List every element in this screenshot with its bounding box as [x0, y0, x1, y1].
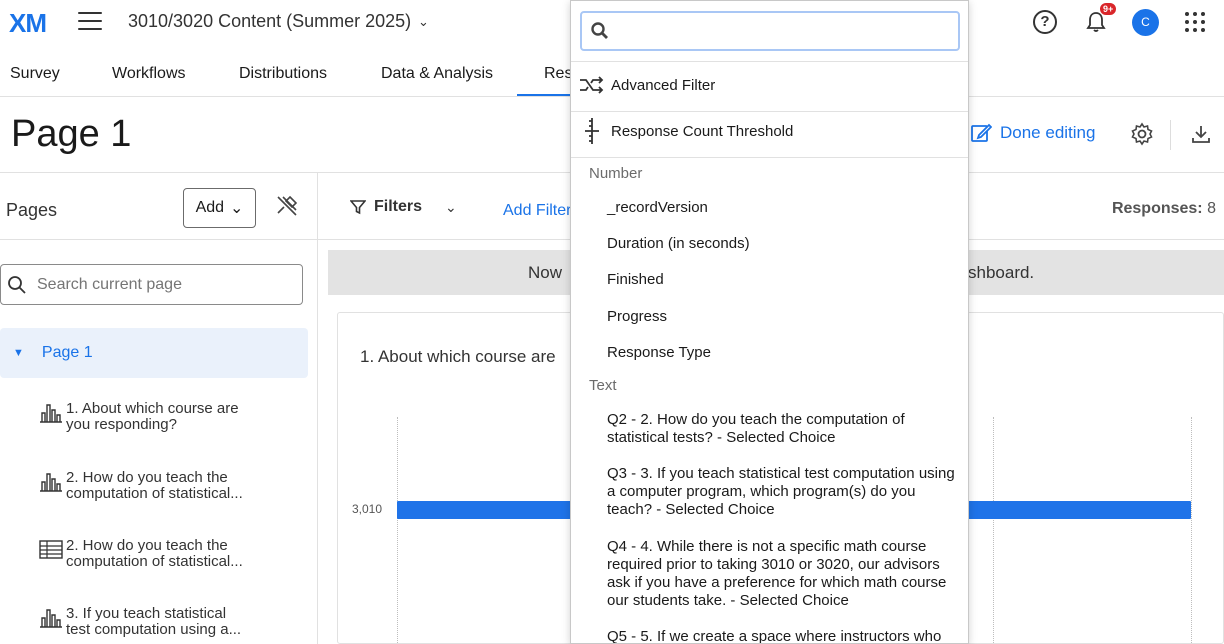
add-filter-dropdown: Advanced Filter Response Count Threshold… — [570, 0, 969, 644]
question-item[interactable]: 2. How do you teach the computation of st… — [38, 470, 298, 502]
bar-category-label: 3,010 — [352, 502, 383, 516]
app-grid-icon[interactable] — [1185, 12, 1205, 32]
question-item[interactable]: 3. If you teach statistical test computat… — [38, 606, 298, 638]
done-editing-button[interactable]: Done editing — [970, 122, 1095, 144]
filter-icon — [350, 200, 366, 215]
notice-text-left: Now — [528, 263, 563, 282]
notification-badge: 9+ — [1099, 2, 1118, 16]
bar-chart-icon — [40, 609, 62, 628]
search-current-page-field[interactable] — [0, 264, 303, 305]
advanced-filter-label: Advanced Filter — [611, 76, 716, 94]
edit-icon — [971, 123, 992, 142]
widget-title: 1. About which course are — [360, 347, 556, 366]
filter-option[interactable]: _recordVersion — [607, 199, 957, 217]
filter-search-field[interactable] — [580, 11, 960, 51]
search-current-page-input[interactable] — [37, 275, 287, 294]
question-text: computation of statistical... — [66, 485, 243, 502]
response-count-threshold-label: Response Count Threshold — [611, 122, 794, 140]
search-icon — [591, 22, 608, 39]
grid-line — [397, 417, 398, 644]
divider — [571, 111, 968, 112]
table-icon — [39, 540, 63, 559]
filter-option[interactable]: Q5 - 5. If we create a space where instr… — [607, 628, 957, 643]
section-header-number: Number — [589, 165, 643, 182]
question-item[interactable]: 2. How do you teach the computation of st… — [38, 538, 298, 570]
grid-line — [993, 417, 994, 644]
bar-chart-icon — [40, 473, 62, 492]
tab-survey[interactable]: Survey — [10, 65, 60, 83]
threshold-icon — [585, 118, 599, 144]
filter-option[interactable]: Q2 - 2. How do you teach the computation… — [607, 411, 957, 447]
question-text: test computation using a... — [66, 621, 242, 638]
tab-results[interactable]: Res — [544, 65, 572, 83]
filter-option[interactable]: Progress — [607, 308, 957, 326]
question-text: 1. About which course are — [66, 400, 239, 417]
grid-line — [1191, 417, 1192, 644]
gear-icon[interactable] — [1130, 122, 1154, 146]
filter-option[interactable]: Finished — [607, 271, 957, 289]
done-editing-label: Done editing — [1000, 123, 1096, 142]
page-title: Page 1 — [11, 113, 132, 155]
page-item-label: Page 1 — [41, 344, 93, 361]
chevron-down-icon[interactable]: ⌄ — [445, 199, 457, 216]
question-item[interactable]: 1. About which course are you responding? — [38, 401, 298, 433]
notice-text-right: shboard. — [968, 263, 1035, 282]
responses-count: Responses: 8 — [1112, 200, 1216, 218]
responses-label: Responses: — [1111, 200, 1203, 217]
filter-option[interactable]: Response Type — [607, 344, 957, 362]
question-text: you responding? — [66, 416, 177, 433]
hamburger-menu-icon[interactable] — [78, 12, 102, 32]
bar-chart-icon — [40, 404, 62, 423]
pages-panel-header: Pages Add ⌄ — [0, 172, 318, 240]
help-icon[interactable]: ? — [1033, 10, 1057, 34]
divider — [571, 157, 968, 158]
download-icon[interactable] — [1190, 123, 1212, 145]
filter-option[interactable]: Duration (in seconds) — [607, 235, 957, 253]
question-text: 2. How do you teach the — [66, 537, 228, 554]
filter-option[interactable]: Q3 - 3. If you teach statistical test co… — [607, 465, 957, 519]
question-text: 2. How do you teach the — [66, 469, 228, 486]
filter-option[interactable]: Q4 - 4. While there is not a specific ma… — [607, 538, 957, 610]
page-item-page-1[interactable]: ▼ Page 1 — [0, 328, 308, 378]
question-text: 3. If you teach statistical — [66, 605, 227, 622]
response-count-threshold-option[interactable]: Response Count Threshold — [579, 117, 793, 145]
add-button[interactable]: Add ⌄ — [183, 188, 256, 228]
section-header-text: Text — [589, 377, 617, 394]
shuffle-icon — [580, 76, 604, 94]
filter-search-input[interactable] — [618, 22, 948, 40]
chevron-down-icon: ⌄ — [230, 200, 244, 217]
avatar[interactable]: C — [1132, 9, 1159, 36]
pages-panel: Pages Add ⌄ ▼ Page 1 1. About which cour… — [0, 172, 318, 644]
chevron-down-icon[interactable]: ⌄ — [418, 14, 429, 30]
add-filter-link[interactable]: Add Filter — [503, 202, 571, 220]
search-icon — [8, 275, 26, 294]
header-divider — [1170, 120, 1171, 150]
active-tab-indicator — [517, 94, 573, 96]
tab-distributions[interactable]: Distributions — [239, 65, 327, 83]
unpin-icon[interactable] — [274, 193, 300, 219]
advanced-filter-option[interactable]: Advanced Filter — [579, 76, 715, 94]
caret-down-icon[interactable]: ▼ — [13, 347, 24, 359]
filters-label: Filters — [374, 198, 423, 215]
divider — [571, 61, 968, 62]
add-label: Add — [195, 199, 225, 216]
question-text: computation of statistical... — [66, 553, 243, 570]
tab-data-analysis[interactable]: Data & Analysis — [381, 65, 493, 83]
tab-workflows[interactable]: Workflows — [112, 65, 186, 83]
xm-logo[interactable]: XM — [9, 8, 47, 39]
project-title[interactable]: 3010/3020 Content (Summer 2025) — [128, 11, 411, 32]
responses-value: 8 — [1207, 200, 1216, 217]
pages-label: Pages — [6, 200, 58, 220]
filters-button[interactable]: Filters — [350, 198, 422, 216]
